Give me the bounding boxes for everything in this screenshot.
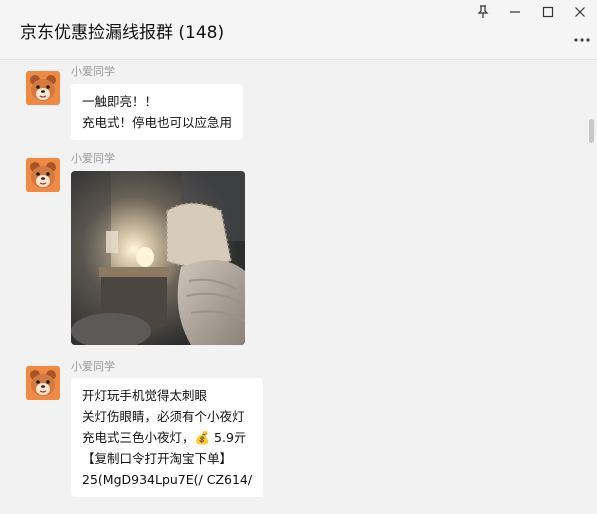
close-icon[interactable] bbox=[570, 4, 590, 20]
avatar[interactable] bbox=[26, 158, 60, 192]
more-icon[interactable] bbox=[573, 27, 591, 48]
message-text-line: 【复制口令打开淘宝下单】 bbox=[82, 451, 233, 466]
message-text-line: 充电式三色小夜灯，💰 5.9亓 bbox=[82, 430, 247, 445]
message-text-line: 一触即亮！！ bbox=[82, 94, 158, 109]
sender-name: 小爱同学 bbox=[71, 360, 115, 373]
message-text-line: 25(MgD934Lpu7E(/ CZ614/ bbox=[82, 472, 253, 487]
avatar[interactable] bbox=[26, 71, 60, 105]
sender-name: 小爱同学 bbox=[71, 152, 115, 165]
message-text-line: 关灯伤眼睛，必须有个小夜灯 bbox=[82, 409, 245, 424]
maximize-icon[interactable] bbox=[538, 4, 558, 20]
title-bar: 京东优惠捡漏线报群 (148) bbox=[0, 0, 597, 60]
avatar[interactable] bbox=[26, 366, 60, 400]
chat-scrollbar-thumb[interactable] bbox=[589, 119, 594, 143]
chat-area[interactable]: 小爱同学 一触即亮！！ 充电式！停电也可以应急用 小爱同学 小爱同学 开灯玩手机… bbox=[0, 61, 597, 514]
minimize-icon[interactable] bbox=[505, 4, 525, 20]
pin-icon[interactable] bbox=[473, 4, 493, 20]
message-text-line: 充电式！停电也可以应急用 bbox=[82, 115, 233, 130]
message-bubble[interactable]: 一触即亮！！ 充电式！停电也可以应急用 bbox=[71, 84, 244, 140]
message-text-line: 开灯玩手机觉得太刺眼 bbox=[82, 388, 208, 403]
bedside-night-lamp-photo[interactable] bbox=[71, 171, 245, 345]
chat-title: 京东优惠捡漏线报群 (148) bbox=[20, 23, 225, 43]
message-bubble[interactable]: 开灯玩手机觉得太刺眼 关灯伤眼睛，必须有个小夜灯 充电式三色小夜灯，💰 5.9亓… bbox=[71, 378, 264, 497]
sender-name: 小爱同学 bbox=[71, 65, 115, 78]
